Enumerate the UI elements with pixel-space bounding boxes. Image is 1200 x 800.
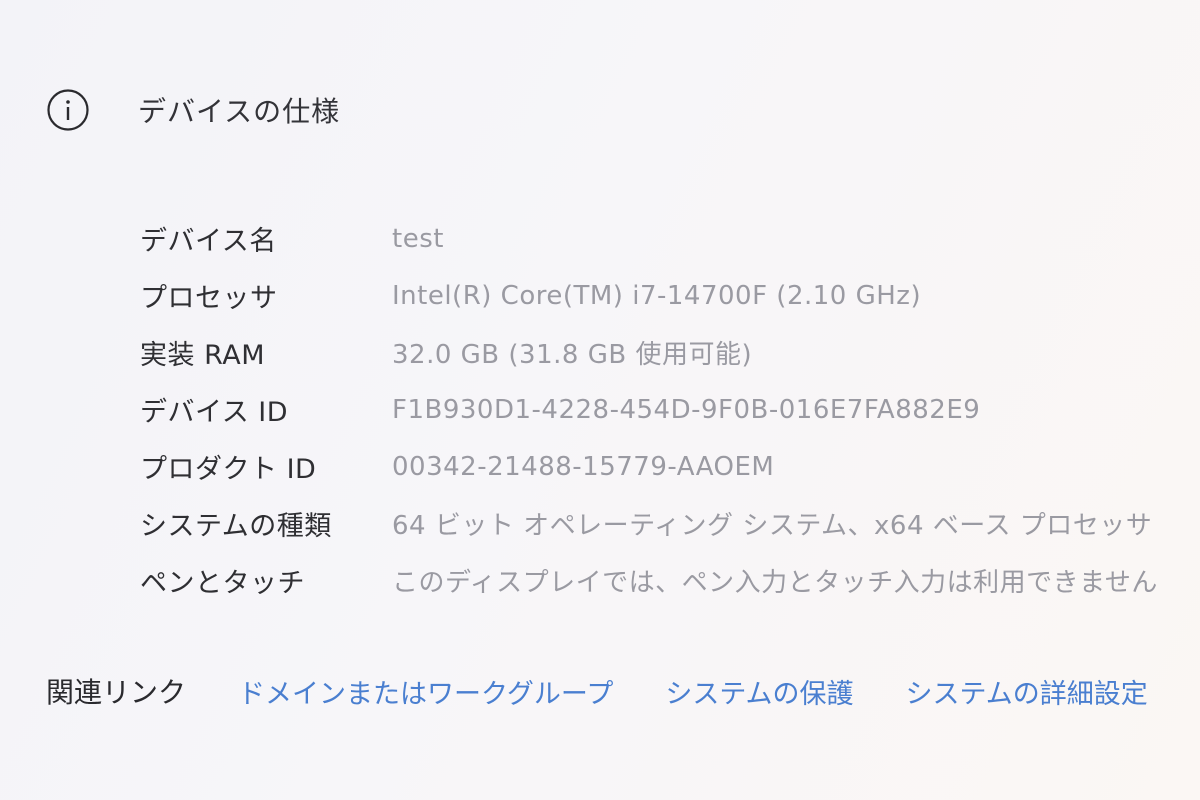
info-icon	[46, 88, 90, 132]
spec-value: Intel(R) Core(TM) i7-14700F (2.10 GHz)	[392, 280, 922, 311]
spec-label: 実装 RAM	[140, 340, 266, 371]
spec-label: デバイス名	[140, 226, 277, 257]
spec-value: 64 ビット オペレーティング システム、x64 ベース プロセッサ	[392, 511, 1153, 541]
related-links-label: 関連リンク	[46, 676, 187, 709]
domain-workgroup-link[interactable]: ドメインまたはワークグループ	[238, 672, 613, 711]
spec-row-device-id: デバイス ID F1B930D1-4228-454D-9F0B-016E7FA8…	[140, 381, 1158, 438]
spec-label: ペンとタッチ	[140, 568, 305, 599]
related-links: 関連リンク ドメインまたはワークグループ システムの保護 システムの詳細設定	[46, 663, 1148, 719]
spec-row-system-type: システムの種類 64 ビット オペレーティング システム、x64 ベース プロセ…	[140, 495, 1158, 552]
spec-value: 00342-21488-15779-AAOEM	[392, 451, 775, 482]
spec-label: プロセッサ	[140, 283, 278, 314]
advanced-system-settings-link[interactable]: システムの詳細設定	[906, 672, 1148, 711]
spec-row-product-id: プロダクト ID 00342-21488-15779-AAOEM	[140, 438, 1158, 495]
spec-row-pen-touch: ペンとタッチ このディスプレイでは、ペン入力とタッチ入力は利用できません	[140, 552, 1158, 609]
spec-value: test	[392, 223, 444, 254]
section-title: デバイスの仕様	[138, 95, 341, 128]
spec-label: プロダクト ID	[140, 454, 317, 485]
spec-row-processor: プロセッサ Intel(R) Core(TM) i7-14700F (2.10 …	[140, 267, 1158, 324]
spec-label: デバイス ID	[140, 397, 289, 428]
spec-row-ram: 実装 RAM 32.0 GB (31.8 GB 使用可能)	[140, 324, 1158, 381]
spec-value: このディスプレイでは、ペン入力とタッチ入力は利用できません	[392, 568, 1158, 598]
spec-value: F1B930D1-4228-454D-9F0B-016E7FA882E9	[392, 394, 981, 425]
device-specs-header[interactable]: デバイスの仕様	[46, 85, 340, 135]
spec-label: システムの種類	[140, 511, 332, 542]
spec-row-device-name: デバイス名 test	[140, 210, 1158, 267]
system-protection-link[interactable]: システムの保護	[665, 672, 853, 711]
device-specs-table: デバイス名 test プロセッサ Intel(R) Core(TM) i7-14…	[140, 210, 1158, 609]
spec-value: 32.0 GB (31.8 GB 使用可能)	[392, 340, 753, 370]
